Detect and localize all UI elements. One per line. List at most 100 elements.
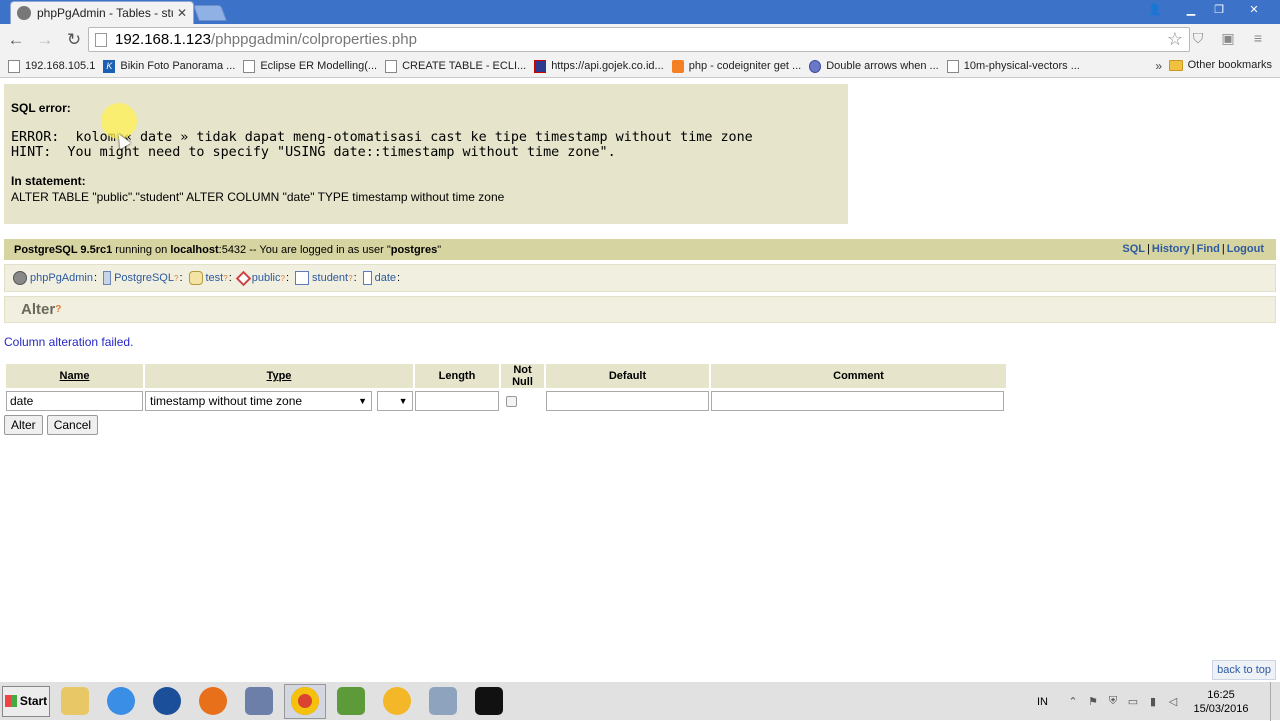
url-path: /phppgadmin/colproperties.php [210,31,417,48]
browser-toolbar: ← → ↻ 192.168.1.123/phppgadmin/colproper… [0,24,1280,55]
user-icon[interactable]: 👤 [1142,0,1168,18]
array-select[interactable]: ▼ [376,391,413,411]
help-mark[interactable]: ? [55,304,61,315]
bookmark-label: Eclipse ER Modelling(... [260,60,378,72]
breadcrumb-database[interactable]: test?: [188,271,232,285]
server-host: localhost [170,243,219,256]
bookmark-item[interactable]: 10m-physical-vectors ... [946,59,1080,73]
menu-icon[interactable]: ≡ [1248,28,1268,48]
breadcrumb-server[interactable]: PostgreSQL?: [103,271,183,285]
bookmark-item[interactable]: CREATE TABLE - ECLI... [385,59,526,73]
help-mark[interactable]: ? [223,274,227,283]
shield-icon[interactable]: ⛉ [1188,28,1208,48]
taskbar-explorer[interactable] [54,684,96,719]
window-controls: 👤 ▁ ❐ ✕ [1142,0,1274,20]
more-bookmarks-chevron-icon[interactable]: » [1155,59,1162,73]
close-tab-icon[interactable]: ✕ [177,6,187,20]
taskbar-network[interactable] [238,684,280,719]
bookmark-item[interactable]: 192.168.105.1 [8,59,96,73]
find-link[interactable]: Find [1197,243,1220,255]
server-info-bar: PostgreSQL 9.5rc1 running on localhost:5… [4,239,1276,260]
sql-error-message: ERROR: kolom « date » tidak dapat meng-o… [11,130,841,160]
taskbar-ie[interactable] [100,684,142,719]
breadcrumb-column[interactable]: date: [362,271,400,285]
folder-icon [61,687,89,715]
flag-icon[interactable]: ⚑ [1086,695,1100,709]
column-icon [362,271,372,285]
clock[interactable]: 16:25 15/03/2016 [1186,688,1256,716]
length-input[interactable] [415,391,499,411]
help-mark[interactable]: ? [174,274,178,283]
bookmark-item[interactable]: Eclipse ER Modelling(... [243,59,378,73]
forward-button[interactable]: → [32,27,58,53]
taskbar-terminal[interactable] [468,684,510,719]
bookmark-star-icon[interactable]: ☆ [1167,29,1183,50]
new-tab-button[interactable] [193,5,227,21]
breadcrumb-separator: : [179,272,183,284]
bookmark-item[interactable]: https://api.gojek.co.id... [534,59,664,73]
start-button[interactable]: Start [2,685,50,717]
antivirus-icon[interactable]: ⛨ [1106,695,1120,709]
link-separator: | [1221,243,1225,255]
server-version: PostgreSQL 9.5rc1 [14,243,113,256]
comment-input[interactable] [711,391,1004,411]
clock-time: 16:25 [1207,688,1235,701]
default-header: Default [546,364,709,388]
statement-text: ALTER TABLE "public"."student" ALTER COL… [11,190,505,204]
breadcrumb-label: date [374,272,397,284]
link-separator: | [1147,243,1150,255]
language-indicator[interactable]: IN [1037,696,1048,708]
extension-icon[interactable]: ▣ [1218,28,1238,48]
not-null-checkbox[interactable] [506,395,517,407]
status-message: Column alteration failed. [4,335,134,349]
default-input[interactable] [546,391,709,411]
bookmark-item[interactable]: K Bikin Foto Panorama ... [103,59,235,73]
breadcrumb: phpPgAdmin: PostgreSQL?: test?: public?:… [4,264,1276,292]
breadcrumb-schema[interactable]: public?: [235,270,289,286]
alter-button[interactable]: Alter [4,415,43,435]
reload-button[interactable]: ↻ [61,27,87,53]
taskbar-settings[interactable] [422,684,464,719]
running-on-text: running on [112,243,171,256]
name-input[interactable]: date [6,391,143,411]
extension-icons: ⛉ ▣ ≡ [1188,28,1268,48]
end-quote: " [437,243,442,256]
cancel-button[interactable]: Cancel [46,415,99,435]
history-link[interactable]: History [1152,243,1190,255]
bookmark-item[interactable]: Double arrows when ... [809,59,939,73]
browser-tab[interactable]: phpPgAdmin - Tables - stude ✕ [10,1,194,24]
back-to-top-link[interactable]: back to top [1212,660,1276,680]
minimize-button[interactable]: ▁ [1178,0,1204,18]
type-select[interactable]: timestamp without time zone ▼ [145,391,372,411]
taskbar-media[interactable] [146,684,188,719]
display-icon[interactable]: ▭ [1126,695,1140,709]
sql-error-box: SQL error: ERROR: kolom « date » tidak d… [4,84,848,224]
sql-link[interactable]: SQL [1122,243,1145,255]
show-desktop-button[interactable] [1270,682,1280,721]
other-bookmarks[interactable]: Other bookmarks [1168,59,1272,71]
back-button[interactable]: ← [3,27,29,53]
network-icon [245,687,273,715]
restore-button[interactable]: ❐ [1206,0,1232,18]
taskbar-editor[interactable] [330,684,372,719]
help-mark[interactable]: ? [348,274,352,283]
logout-link[interactable]: Logout [1227,243,1264,255]
not-null-header: Not Null [501,364,544,388]
bookmark-item[interactable]: php - codeigniter get ... [671,59,801,73]
taskbar-app[interactable] [376,684,418,719]
signal-icon[interactable]: ▮ [1146,695,1160,709]
bookmark-label: Double arrows when ... [826,60,939,72]
bookmark-label: 192.168.105.1 [25,60,96,72]
help-mark[interactable]: ? [281,274,285,283]
volume-icon[interactable]: ◁ [1166,695,1180,709]
breadcrumb-table[interactable]: student?: [295,271,357,285]
close-window-button[interactable]: ✕ [1234,0,1274,18]
breadcrumb-label: phpPgAdmin [30,272,93,284]
length-header: Length [415,364,499,388]
breadcrumb-phppgadmin[interactable]: phpPgAdmin: [13,271,97,285]
breadcrumb-separator: : [353,272,357,284]
taskbar-firefox[interactable] [192,684,234,719]
tray-expand-icon[interactable]: ⌃ [1066,695,1080,709]
address-bar[interactable]: 192.168.1.123/phppgadmin/colproperties.p… [88,27,1190,52]
taskbar-chrome[interactable] [284,683,326,719]
